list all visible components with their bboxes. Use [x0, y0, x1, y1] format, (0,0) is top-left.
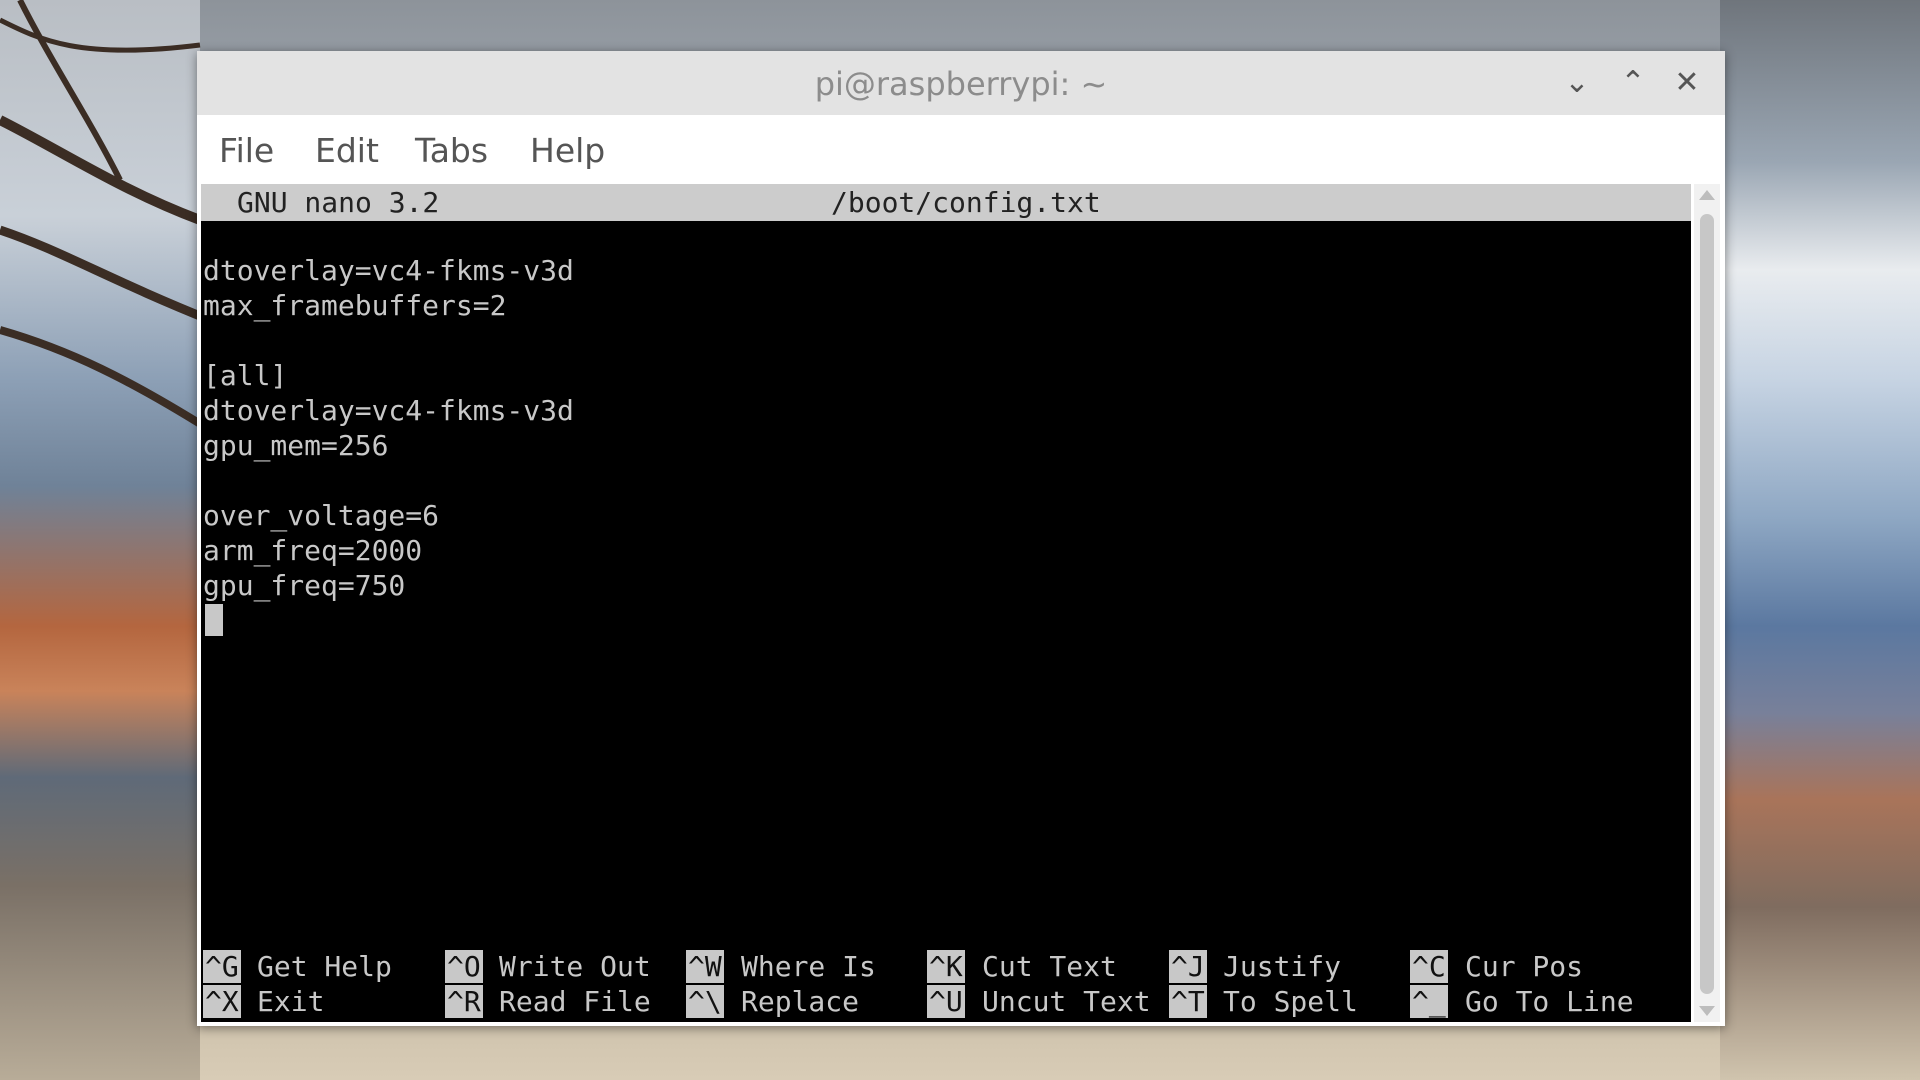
file-line-1: dtoverlay=vc4-fkms-v3d [203, 254, 574, 287]
shortcut-label-exit: Exit [257, 985, 325, 1018]
shortcut-key-get-help: ^G [203, 950, 241, 983]
titlebar[interactable]: pi@raspberrypi: ~ ⌄ ⌃ ✕ [197, 51, 1725, 116]
file-line-9: arm_freq=2000 [203, 534, 423, 567]
shortcut-label-go-to-line: Go To Line [1465, 985, 1634, 1018]
desktop-wallpaper-right [1720, 0, 1920, 1080]
shortcut-label-justify: Justify [1223, 950, 1342, 983]
nano-filename: /boot/config.txt [831, 186, 1101, 219]
shortcut-label-replace: Replace [741, 985, 860, 1018]
terminal-area[interactable]: GNU nano 3.2 /boot/config.txt dtoverlay=… [201, 184, 1691, 1022]
terminal-window: pi@raspberrypi: ~ ⌄ ⌃ ✕ File Edit Tabs H… [197, 51, 1725, 1026]
menu-bar: File Edit Tabs Help [197, 115, 1725, 179]
tree-branches-decoration [0, 0, 213, 434]
shortcut-label-where-is: Where Is [741, 950, 876, 983]
menu-help[interactable]: Help [530, 131, 605, 170]
shortcut-key-write-out: ^O [445, 950, 483, 983]
chevron-up-icon[interactable]: ⌃ [1615, 65, 1651, 101]
scrollbar-thumb[interactable] [1700, 214, 1714, 994]
shortcut-label-write-out: Write Out [499, 950, 651, 983]
file-line-2: max_framebuffers=2 [203, 289, 507, 322]
text-cursor [205, 604, 223, 636]
file-line-10: gpu_freq=750 [203, 569, 406, 602]
file-line-4: [all] [203, 359, 288, 392]
shortcut-key-where-is: ^W [686, 950, 724, 983]
nano-header: GNU nano 3.2 /boot/config.txt [201, 184, 1691, 221]
shortcut-key-exit: ^X [203, 985, 241, 1018]
file-line-5: dtoverlay=vc4-fkms-v3d [203, 394, 574, 427]
scroll-up-icon[interactable] [1699, 190, 1715, 200]
menu-tabs[interactable]: Tabs [415, 131, 488, 170]
close-icon[interactable]: ✕ [1669, 65, 1705, 101]
shortcut-key-read-file: ^R [445, 985, 483, 1018]
window-title: pi@raspberrypi: ~ [814, 65, 1108, 103]
shortcut-key-justify: ^J [1169, 950, 1207, 983]
shortcut-key-cut-text: ^K [927, 950, 965, 983]
shortcut-key-cur-pos: ^C [1410, 950, 1448, 983]
shortcut-key-uncut-text: ^U [927, 985, 965, 1018]
shortcut-label-to-spell: To Spell [1223, 985, 1358, 1018]
file-line-6: gpu_mem=256 [203, 429, 389, 462]
scroll-down-icon[interactable] [1699, 1006, 1715, 1016]
nano-version: GNU nano 3.2 [237, 186, 440, 219]
terminal-scrollbar[interactable] [1694, 184, 1720, 1022]
shortcut-label-get-help: Get Help [257, 950, 392, 983]
menu-edit[interactable]: Edit [315, 131, 379, 170]
shortcut-key-replace: ^\ [686, 985, 724, 1018]
chevron-down-icon[interactable]: ⌄ [1559, 65, 1595, 101]
file-line-8: over_voltage=6 [203, 499, 440, 532]
shortcut-label-read-file: Read File [499, 985, 651, 1018]
menu-file[interactable]: File [219, 131, 274, 170]
shortcut-label-cut-text: Cut Text [982, 950, 1117, 983]
shortcut-key-go-to-line: ^_ [1410, 985, 1448, 1018]
shortcut-key-to-spell: ^T [1169, 985, 1207, 1018]
shortcut-label-uncut-text: Uncut Text [982, 985, 1151, 1018]
shortcut-label-cur-pos: Cur Pos [1465, 950, 1584, 983]
